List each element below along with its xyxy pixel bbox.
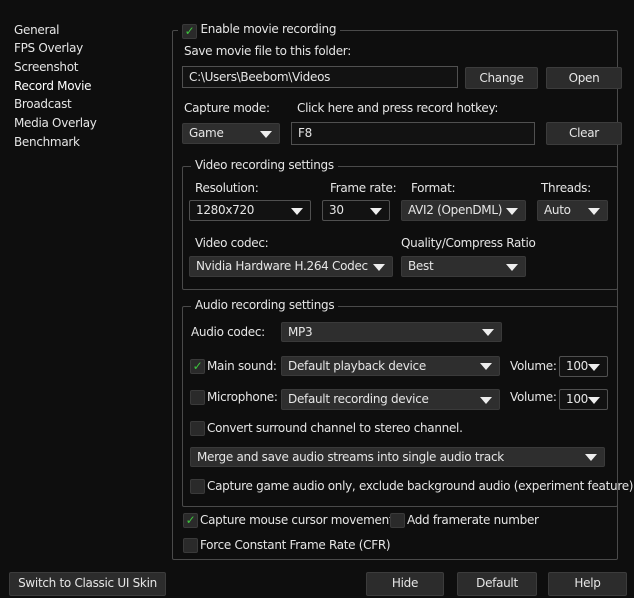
video-codec-label: Video codec: [195,236,269,250]
main-sound-label: Main sound: [207,359,277,373]
help-button[interactable]: Help [548,572,627,596]
mic-volume-dropdown[interactable]: 100 [559,389,608,410]
format-dropdown[interactable]: AVI2 (OpenDML) [401,200,526,221]
merge-dropdown[interactable]: Merge and save audio streams into single… [190,447,605,467]
microphone-dropdown[interactable]: Default recording device [281,389,500,410]
chevron-down-icon [480,396,492,404]
format-label: Format: [411,181,456,195]
default-button[interactable]: Default [457,572,537,596]
enable-label: Enable movie recording [200,22,337,36]
sidebar-item-media-overlay[interactable]: Media Overlay [14,116,97,130]
convert-checkbox[interactable] [190,421,205,436]
framerate-number-checkbox[interactable] [390,513,405,528]
resolution-dropdown[interactable]: 1280x720 [189,200,311,221]
chevron-down-icon [506,263,518,271]
hotkey-label: Click here and press record hotkey: [297,101,499,115]
chevron-down-icon [370,207,382,215]
resolution-label: Resolution: [195,181,259,195]
microphone-checkbox[interactable] [190,390,205,405]
threads-dropdown[interactable]: Auto [537,200,608,221]
audio-codec-label: Audio codec: [191,325,265,339]
audio-legend: Audio recording settings [191,298,339,312]
capture-mode-dropdown[interactable]: Game [182,123,280,144]
sidebar-item-screenshot[interactable]: Screenshot [14,60,78,74]
video-codec-value: Nvidia Hardware H.264 Codec [196,259,368,273]
chevron-down-icon [585,454,597,461]
microphone-label: Microphone: [207,390,278,404]
main-volume-value: 100 [566,359,589,373]
framerate-value: 30 [329,203,344,217]
framerate-label: Frame rate: [330,181,397,195]
sidebar-item-general[interactable]: General [14,23,60,37]
change-button[interactable]: Change [465,67,538,89]
quality-label: Quality/Compress Ratio [401,236,536,250]
main-sound-checkbox[interactable]: ✓ [190,359,205,374]
clear-button[interactable]: Clear [546,122,622,145]
resolution-value: 1280x720 [196,203,255,217]
enable-recording[interactable]: ✓ Enable movie recording [178,22,341,39]
chevron-down-icon [588,207,600,215]
audio-codec-dropdown[interactable]: MP3 [281,322,502,342]
hotkey-input[interactable]: F8 [291,122,535,145]
quality-value: Best [408,259,434,273]
convert-label: Convert surround channel to stereo chann… [207,421,463,435]
capture-mode-label: Capture mode: [184,101,270,115]
chevron-down-icon [588,363,600,371]
enable-checkbox[interactable]: ✓ [182,24,197,39]
sidebar-item-broadcast[interactable]: Broadcast [14,97,72,111]
chevron-down-icon [482,329,494,336]
chevron-down-icon [291,207,303,215]
threads-label: Threads: [541,181,591,195]
folder-label: Save movie file to this folder: [184,44,351,58]
chevron-down-icon [373,263,385,271]
cfr-checkbox[interactable] [183,538,198,553]
main-device-value: Default playback device [288,359,426,373]
game-audio-only-label: Capture game audio only, exclude backgro… [207,479,634,493]
chevron-down-icon [588,396,600,404]
sidebar-item-record-movie[interactable]: Record Movie [14,79,92,93]
video-legend: Video recording settings [191,158,338,172]
chevron-down-icon [480,363,492,370]
capture-mode-value: Game [189,126,224,140]
main-volume-label: Volume: [510,359,557,373]
merge-value: Merge and save audio streams into single… [197,450,504,464]
classic-skin-button[interactable]: Switch to Classic UI Skin [9,572,166,596]
hide-button[interactable]: Hide [366,572,444,596]
framerate-dropdown[interactable]: 30 [322,200,390,221]
mic-volume-value: 100 [566,392,589,406]
sidebar-item-fps-overlay[interactable]: FPS Overlay [14,41,83,55]
game-audio-only-checkbox[interactable] [190,479,205,494]
video-codec-dropdown[interactable]: Nvidia Hardware H.264 Codec [189,256,393,277]
quality-dropdown[interactable]: Best [401,256,526,277]
framerate-number-label: Add framerate number [407,513,539,527]
mic-volume-label: Volume: [510,390,557,404]
threads-value: Auto [544,203,571,217]
capture-cursor-label: Capture mouse cursor movement [200,513,394,527]
open-button[interactable]: Open [546,67,622,89]
chevron-down-icon [260,130,272,138]
sidebar-item-benchmark[interactable]: Benchmark [14,135,80,149]
capture-cursor-checkbox[interactable]: ✓ [183,513,198,528]
mic-device-value: Default recording device [288,392,429,406]
folder-input[interactable]: C:\Users\Beebom\Videos [182,66,458,88]
audio-codec-value: MP3 [288,325,313,339]
cfr-label: Force Constant Frame Rate (CFR) [200,538,391,552]
main-sound-dropdown[interactable]: Default playback device [281,356,500,376]
chevron-down-icon [506,207,518,215]
format-value: AVI2 (OpenDML) [408,203,503,217]
main-volume-dropdown[interactable]: 100 [559,356,608,377]
